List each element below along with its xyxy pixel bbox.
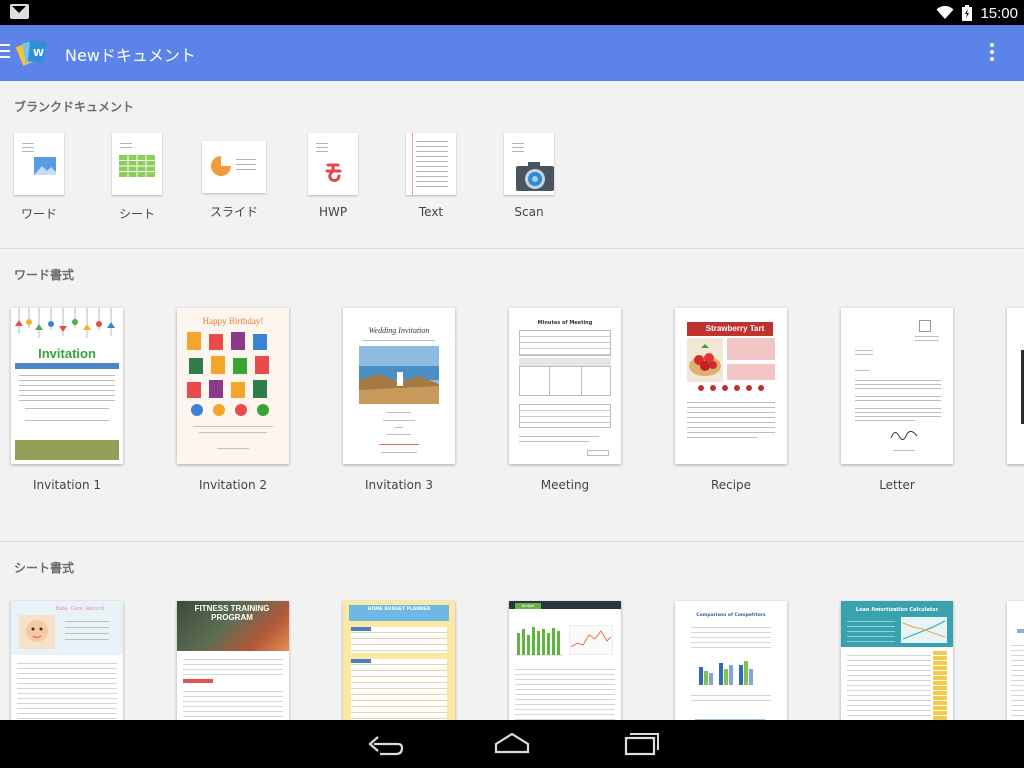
template-baby-care[interactable]: Baby Care Record — [11, 601, 123, 720]
gmail-notification-icon — [10, 4, 29, 19]
navigation-bar — [0, 720, 1024, 768]
thumb-title: Happy Birthday! — [202, 316, 264, 326]
battery-icon — [962, 5, 973, 21]
text-doc-icon — [406, 133, 456, 195]
thumb-title: Minutes of Meeting — [537, 320, 593, 326]
template-label: Meeting — [540, 478, 590, 492]
svg-text:W: W — [33, 48, 44, 59]
thumb-title: HOME BUDGET PLANNER — [349, 605, 449, 621]
template-recipe[interactable]: Strawberry Tart Recipe — [675, 308, 787, 492]
template-partial[interactable] — [1007, 308, 1024, 464]
template-label: Invitation 2 — [198, 478, 268, 492]
template-thumbnail: Loan Amortization Calculator — [841, 601, 953, 720]
template-letter[interactable]: Letter — [841, 308, 953, 492]
blank-hwp-label: HWP — [318, 205, 348, 219]
blank-scan-button[interactable]: Scan — [494, 133, 564, 219]
template-budget-planner[interactable]: Budget Planner — [509, 601, 621, 720]
template-invitation-2[interactable]: Happy Birthday! Invitation 2 — [177, 308, 289, 492]
thumb-title: Wedding Invitation — [368, 326, 430, 335]
thumb-title: FITNESS TRAINING PROGRAM — [194, 604, 270, 622]
template-thumbnail: Minutes of Meeting — [509, 308, 621, 464]
template-thumbnail: Wedding Invitation — [343, 308, 455, 464]
recents-icon[interactable] — [620, 730, 660, 758]
template-thumbnail: FITNESS TRAINING PROGRAM — [177, 601, 289, 720]
template-label: Invitation 3 — [364, 478, 434, 492]
status-bar: 15:00 — [0, 0, 1024, 25]
blank-scan-label: Scan — [514, 205, 544, 219]
sheet-doc-icon — [112, 133, 162, 195]
status-indicators: 15:00 — [936, 3, 1018, 23]
blank-word-label: ワード — [20, 207, 57, 221]
template-label: Letter — [879, 478, 915, 492]
template-comparison[interactable]: Comparison of Competitors — [675, 601, 787, 720]
blank-sheet-label: シート — [118, 207, 155, 221]
blank-word-button[interactable]: ワード — [4, 133, 74, 222]
template-thumbnail: Budget Planner — [509, 601, 621, 720]
section-divider — [0, 248, 1024, 249]
thumb-title: Invitation — [38, 346, 96, 361]
word-doc-icon — [14, 133, 64, 195]
menu-icon[interactable] — [0, 44, 10, 60]
template-thumbnail: Comparison of Competitors — [675, 601, 787, 720]
section-title-blank: ブランクドキュメント — [14, 100, 135, 114]
template-label: Invitation 1 — [32, 478, 102, 492]
app-title: Newドキュメント — [65, 46, 196, 65]
thumb-title: Baby Care Record — [55, 606, 105, 612]
template-thumbnail: Baby Care Record — [11, 601, 123, 720]
slide-doc-icon — [202, 141, 266, 193]
template-meeting[interactable]: Minutes of Meeting Meeting — [509, 308, 621, 492]
blank-text-label: Text — [418, 205, 444, 219]
thumb-title: Budget Planner — [515, 603, 541, 614]
blank-text-button[interactable]: Text — [396, 133, 466, 219]
clock: 15:00 — [980, 4, 1018, 22]
template-thumbnail — [841, 308, 953, 464]
thumb-title: Comparison of Competitors — [696, 613, 766, 618]
section-divider — [0, 541, 1024, 542]
blank-sheet-button[interactable]: シート — [102, 133, 172, 222]
thumb-title: Loan Amortization Calculator — [855, 607, 939, 613]
polaris-logo-icon: W — [16, 40, 47, 66]
home-icon[interactable] — [492, 730, 532, 758]
template-partial[interactable] — [1007, 601, 1024, 720]
overflow-menu-icon[interactable] — [988, 43, 996, 65]
blank-slide-label: スライド — [209, 205, 258, 219]
template-invitation-1[interactable]: Invitation Invitation 1 — [11, 308, 123, 492]
template-thumbnail: Strawberry Tart — [675, 308, 787, 464]
template-home-budget[interactable]: HOME BUDGET PLANNER — [343, 601, 455, 720]
camera-icon — [516, 162, 554, 191]
blank-hwp-button[interactable]: HWP — [298, 133, 368, 219]
template-invitation-3[interactable]: Wedding Invitation Invitation 3 — [343, 308, 455, 492]
blank-slide-button[interactable]: スライド — [199, 133, 269, 220]
template-thumbnail: Invitation — [11, 308, 123, 464]
content-area: ブランクドキュメント ワード シート スライド HWP Text Scan ワー… — [0, 81, 1024, 720]
hwp-doc-icon — [308, 133, 358, 195]
section-title-sheet: シート書式 — [14, 561, 75, 575]
template-fitness[interactable]: FITNESS TRAINING PROGRAM — [177, 601, 289, 720]
section-title-word: ワード書式 — [14, 268, 75, 282]
back-icon[interactable] — [364, 730, 404, 758]
template-thumbnail: HOME BUDGET PLANNER — [343, 601, 455, 720]
scan-doc-icon — [504, 133, 554, 195]
template-loan[interactable]: Loan Amortization Calculator — [841, 601, 953, 720]
app-bar: W Newドキュメント — [0, 25, 1024, 81]
wifi-icon — [936, 6, 954, 19]
template-label: Recipe — [710, 478, 752, 492]
thumb-title: Strawberry Tart — [687, 322, 773, 336]
template-thumbnail: Happy Birthday! — [177, 308, 289, 464]
